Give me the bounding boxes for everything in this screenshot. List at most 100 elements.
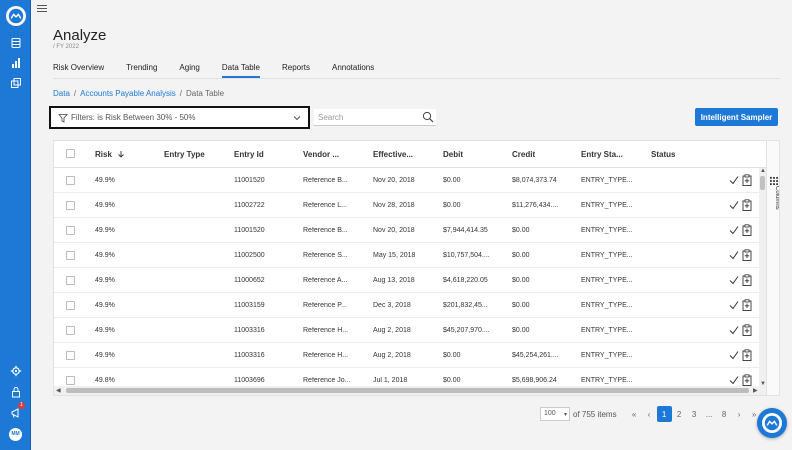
row-checkbox[interactable]: [66, 376, 75, 385]
approve-check-icon[interactable]: [729, 200, 739, 210]
col-entry-id[interactable]: Entry Id: [234, 150, 264, 159]
cell-debit: $45,207,970....: [443, 327, 490, 334]
clipboard-add-icon[interactable]: [742, 174, 752, 186]
horizontal-scrollbar[interactable]: ◀ ▶: [54, 386, 766, 395]
table-row[interactable]: 49.9% 11001520 Reference B... Nov 20, 2018 $…: [54, 168, 766, 193]
cell-risk: 49.9%: [95, 227, 115, 234]
row-checkbox[interactable]: [66, 301, 75, 310]
row-checkbox[interactable]: [66, 326, 75, 335]
table-row[interactable]: 49.9% 11003316 Reference H... Aug 2, 2018 $4…: [54, 318, 766, 343]
table-row[interactable]: 49.9% 11003316 Reference H... Aug 2, 2018 $0…: [54, 343, 766, 368]
prev-page-button[interactable]: ‹: [642, 406, 657, 422]
vertical-scrollbar[interactable]: ▲ ▼: [759, 168, 766, 387]
row-checkbox[interactable]: [66, 351, 75, 360]
approve-check-icon[interactable]: [729, 325, 739, 335]
tab-reports[interactable]: Reports: [282, 58, 310, 78]
clipboard-add-icon[interactable]: [742, 349, 752, 361]
table-row[interactable]: 49.9% 11003159 Reference P... Dec 3, 2018 $2…: [54, 293, 766, 318]
announcement-icon[interactable]: 1: [8, 402, 25, 420]
row-checkbox[interactable]: [66, 226, 75, 235]
page-button-8[interactable]: 8: [717, 406, 732, 422]
approve-check-icon[interactable]: [729, 275, 739, 285]
app-logo[interactable]: [6, 6, 26, 26]
cell-effective: Nov 20, 2018: [373, 177, 415, 184]
columns-panel-tab[interactable]: Columns: [774, 186, 779, 210]
tab-aging[interactable]: Aging: [179, 58, 199, 78]
assistant-fab-button[interactable]: [757, 408, 787, 438]
filter-dropdown[interactable]: Filters: is Risk Between 30% - 50%: [49, 106, 310, 129]
tab-data-table[interactable]: Data Table: [221, 58, 261, 78]
first-page-button[interactable]: «: [627, 406, 642, 422]
col-risk[interactable]: Risk: [95, 150, 125, 159]
clipboard-add-icon[interactable]: [742, 274, 752, 286]
approve-check-icon[interactable]: [729, 350, 739, 360]
columns-grid-icon[interactable]: [770, 177, 778, 185]
copy-icon[interactable]: [8, 75, 23, 90]
row-checkbox[interactable]: [66, 201, 75, 210]
row-checkbox[interactable]: [66, 276, 75, 285]
table-row[interactable]: 49.9% 11001520 Reference B... Nov 20, 2018 $…: [54, 218, 766, 243]
col-entry-type[interactable]: Entry Type: [164, 150, 205, 159]
clipboard-add-icon[interactable]: [742, 324, 752, 336]
row-checkbox[interactable]: [66, 176, 75, 185]
cell-entry-status: ENTRY_TYPE...: [581, 177, 633, 184]
pagination: 100 ▾ of 755 items « ‹ 1 2 3 ... 8 › »: [540, 405, 762, 423]
avatar[interactable]: MM: [9, 428, 22, 441]
gear-icon[interactable]: [8, 363, 23, 378]
cell-effective: Dec 3, 2018: [373, 302, 411, 309]
table-row[interactable]: 49.9% 11002722 Reference L... Nov 28, 2018 $…: [54, 193, 766, 218]
clipboard-add-icon[interactable]: [742, 249, 752, 261]
scroll-left-icon[interactable]: ◀: [56, 387, 61, 394]
tab-risk-overview[interactable]: Risk Overview: [53, 58, 104, 78]
col-credit[interactable]: Credit: [512, 150, 535, 159]
col-entry-status[interactable]: Entry Sta...: [581, 150, 623, 159]
bar-chart-icon[interactable]: [8, 55, 23, 70]
cell-debit: $201,832,45...: [443, 302, 488, 309]
search-icon[interactable]: [422, 111, 434, 123]
cell-entry-id: 11001520: [234, 177, 265, 184]
vertical-scroll-thumb[interactable]: [760, 176, 765, 190]
page-ellipsis: ...: [705, 409, 713, 419]
breadcrumb-data[interactable]: Data: [53, 89, 70, 98]
page-button-2[interactable]: 2: [672, 406, 687, 422]
approve-check-icon[interactable]: [729, 225, 739, 235]
data-grid: Risk Entry Type Entry Id Vendor ... Effe…: [53, 140, 780, 396]
cell-entry-id: 11003316: [234, 327, 265, 334]
cell-debit: $4,618,220.05: [443, 277, 488, 284]
table-row[interactable]: 49.9% 11000652 Reference A... Aug 13, 2018 $…: [54, 268, 766, 293]
approve-check-icon[interactable]: [729, 175, 739, 185]
page-button-1[interactable]: 1: [656, 406, 672, 422]
breadcrumb-accounts-payable[interactable]: Accounts Payable Analysis: [80, 89, 176, 98]
horizontal-scroll-thumb[interactable]: [66, 388, 749, 393]
col-effective[interactable]: Effective...: [373, 150, 413, 159]
scroll-right-icon[interactable]: ▶: [753, 387, 758, 394]
page-title: Analyze: [53, 27, 107, 44]
approve-check-icon[interactable]: [729, 250, 739, 260]
clipboard-add-icon[interactable]: [742, 199, 752, 211]
intelligent-sampler-button[interactable]: Intelligent Sampler: [695, 108, 778, 126]
col-debit[interactable]: Debit: [443, 150, 463, 159]
col-vendor[interactable]: Vendor ...: [303, 150, 339, 159]
page-size-select[interactable]: 100 ▾: [540, 407, 570, 421]
row-checkbox[interactable]: [66, 251, 75, 260]
cell-credit: $0.00: [512, 302, 530, 309]
next-page-button[interactable]: ›: [732, 406, 747, 422]
approve-check-icon[interactable]: [729, 300, 739, 310]
cell-entry-id: 11003696: [234, 377, 265, 384]
chevron-down-icon: [293, 116, 301, 121]
clipboard-add-icon[interactable]: [742, 374, 752, 386]
table-row[interactable]: 49.9% 11002500 Reference S... May 15, 2018 $…: [54, 243, 766, 268]
menu-icon[interactable]: [37, 5, 47, 15]
approve-check-icon[interactable]: [729, 375, 739, 385]
select-all-checkbox[interactable]: [66, 149, 75, 158]
cell-entry-status: ENTRY_TYPE...: [581, 327, 633, 334]
database-icon[interactable]: [8, 35, 23, 50]
search-input[interactable]: Search: [314, 109, 436, 126]
tab-trending[interactable]: Trending: [126, 58, 157, 78]
lock-icon[interactable]: [8, 384, 23, 399]
tab-annotations[interactable]: Annotations: [332, 58, 374, 78]
page-button-3[interactable]: 3: [687, 406, 702, 422]
clipboard-add-icon[interactable]: [742, 224, 752, 236]
col-status[interactable]: Status: [651, 150, 675, 159]
clipboard-add-icon[interactable]: [742, 299, 752, 311]
